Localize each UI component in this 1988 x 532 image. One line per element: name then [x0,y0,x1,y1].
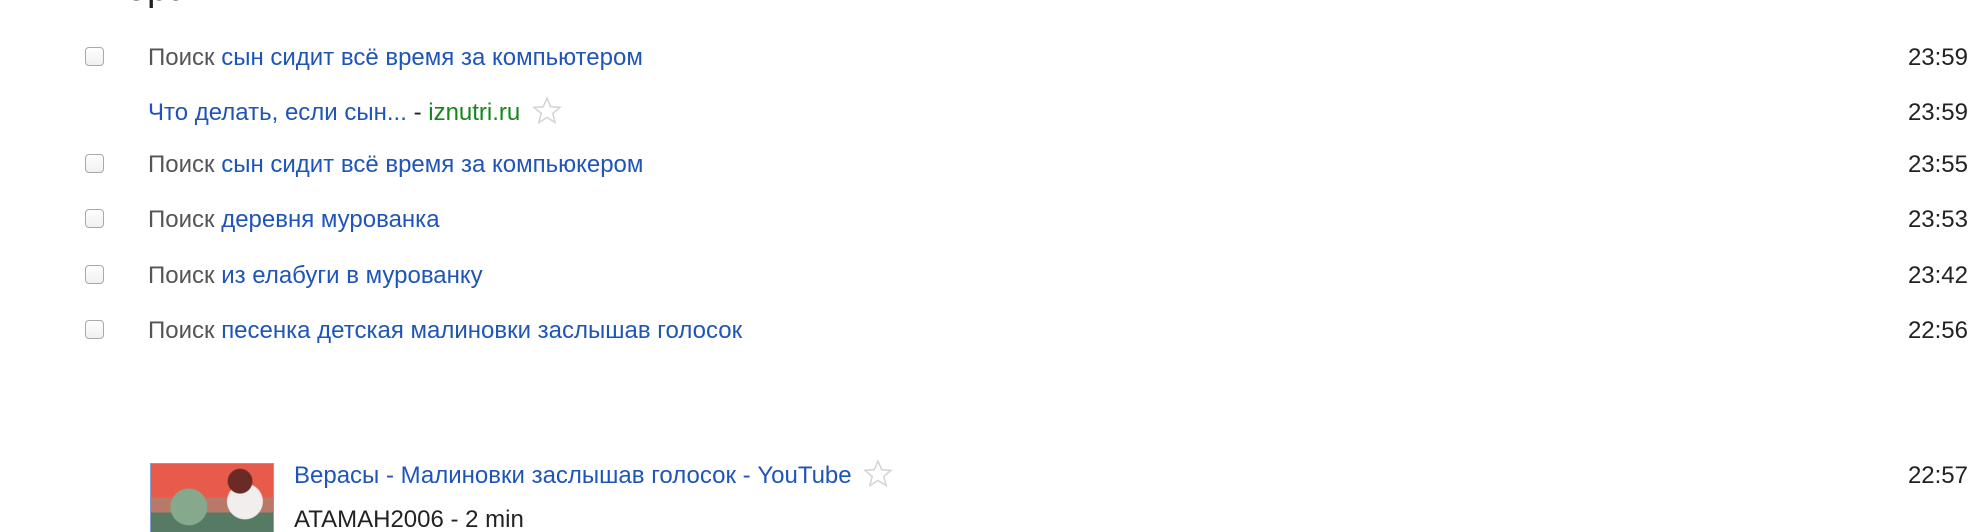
result-entry: Что делать, если сын... - iznutri.ru [148,93,564,133]
result-domain: iznutri.ru [428,99,521,126]
search-entry: Поиск сын сидит всё время за компьютером [148,38,643,78]
history-row-result: Что делать, если сын... - iznutri.ru 23:… [0,93,1988,133]
row-checkbox[interactable] [85,320,104,339]
search-prefix: Поиск [148,317,215,344]
row-checkbox[interactable] [85,265,104,284]
search-prefix: Поиск [148,206,215,233]
search-query-link[interactable]: песенка детская малиновки заслышав голос… [221,317,742,344]
star-outline-icon[interactable] [530,94,564,128]
video-result-entry: Верасы - Малиновки заслышав голосок - Yo… [294,456,895,496]
history-row-search: Поиск деревня мурованка 23:53 [0,200,1988,240]
visit-time: 23:59 [1907,99,1968,126]
search-query-link[interactable]: сын сидит всё время за компьютером [221,44,643,71]
search-prefix: Поиск [148,151,215,178]
visit-time: 22:57 [1907,462,1968,489]
video-meta: ATAMAH2006 - 2 min [294,506,524,532]
visit-time: 23:42 [1907,262,1968,289]
video-title-link[interactable]: Верасы - Малиновки заслышав голосок - Yo… [294,462,852,489]
result-title-link[interactable]: Что делать, если сын... [148,99,407,126]
history-page: Вчера Поиск сын сидит всё время за компь… [0,0,1988,532]
row-checkbox[interactable] [85,154,104,173]
search-entry: Поиск деревня мурованка [148,200,440,240]
day-heading: Вчера [82,0,189,10]
visit-time: 23:55 [1907,151,1968,178]
result-separator: - [413,99,422,126]
search-entry: Поиск из елабуги в мурованку [148,256,483,296]
search-entry: Поиск сын сидит всё время за компьюкером [148,145,643,185]
search-query-link[interactable]: деревня мурованка [221,206,439,233]
search-entry: Поиск песенка детская малиновки заслышав… [148,311,742,351]
search-prefix: Поиск [148,262,215,289]
row-checkbox[interactable] [85,209,104,228]
row-checkbox[interactable] [85,47,104,66]
history-row-search: Поиск сын сидит всё время за компьюкером… [0,145,1988,185]
visit-time: 22:56 [1907,317,1968,344]
video-thumbnail[interactable] [150,463,274,532]
search-query-link[interactable]: сын сидит всё время за компьюкером [221,151,643,178]
search-prefix: Поиск [148,44,215,71]
visit-time: 23:59 [1907,44,1968,71]
star-outline-icon[interactable] [861,457,895,491]
search-query-link[interactable]: из елабуги в мурованку [221,262,483,289]
visit-time: 23:53 [1907,206,1968,233]
history-row-search: Поиск сын сидит всё время за компьютером… [0,38,1988,78]
history-row-search: Поиск из елабуги в мурованку 23:42 [0,256,1988,296]
history-row-search: Поиск песенка детская малиновки заслышав… [0,311,1988,351]
